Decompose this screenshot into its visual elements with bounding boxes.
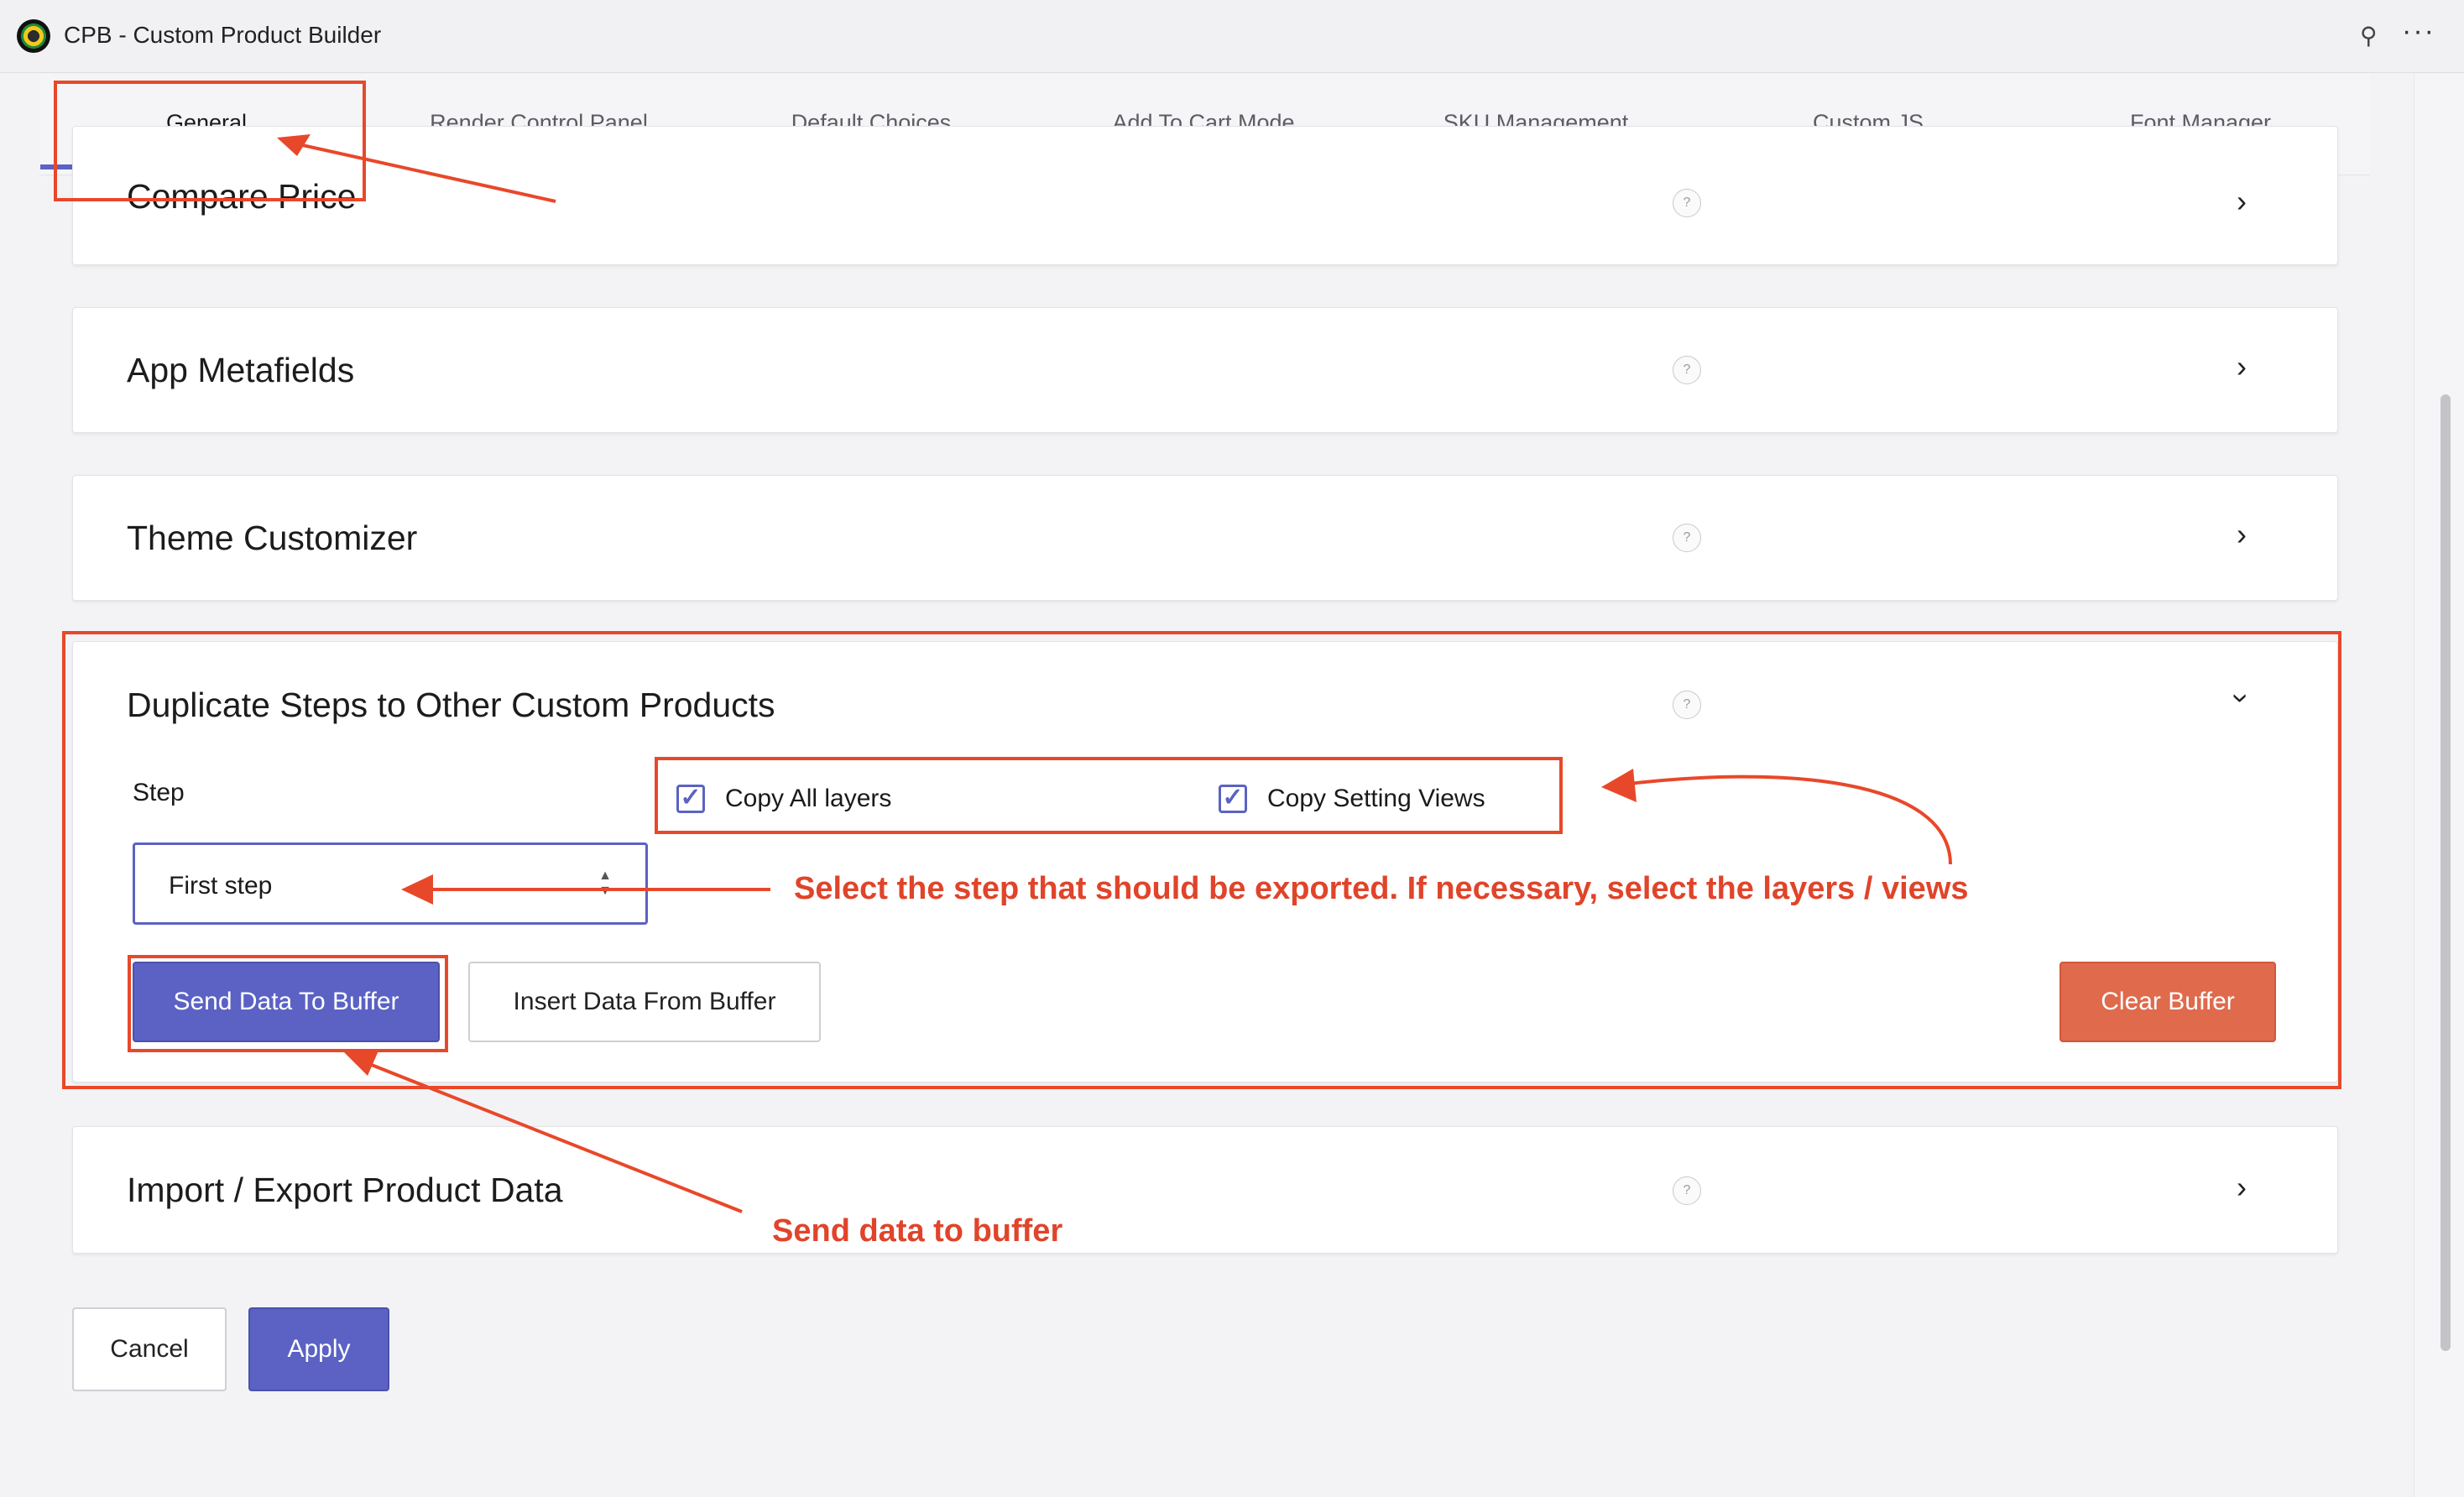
panel-title: Theme Customizer [127,519,418,557]
help-icon[interactable]: ? [1673,1176,1701,1205]
annotation-box-send-button [128,955,448,1052]
chevron-right-icon[interactable]: › [2237,184,2247,219]
title-bar: CPB - Custom Product Builder ⚲ ··· [0,0,2464,73]
help-icon[interactable]: ? [1673,189,1701,217]
annotation-box-checkboxes [655,757,1563,834]
window-title: CPB - Custom Product Builder [64,22,382,48]
help-icon[interactable]: ? [1673,356,1701,384]
panel-title: App Metafields [127,351,355,389]
app-logo-icon [17,19,50,53]
annotation-select-note: Select the step that should be exported.… [794,871,1969,906]
annotation-box-general-tab [54,81,366,201]
help-icon[interactable]: ? [1673,524,1701,552]
panel-title: Import / Export Product Data [127,1171,563,1209]
chevron-right-icon[interactable]: › [2237,1170,2247,1205]
pin-icon[interactable]: ⚲ [2360,22,2378,50]
compare-price-panel[interactable]: Compare Price ? › [72,126,2338,265]
more-icon[interactable]: ··· [2402,15,2435,48]
cancel-button[interactable]: Cancel [72,1307,227,1391]
import-export-panel[interactable]: Import / Export Product Data ? › [72,1126,2338,1254]
chevron-right-icon[interactable]: › [2237,517,2247,552]
scrollbar-track[interactable] [2414,74,2464,1497]
app-metafields-panel[interactable]: App Metafields ? › [72,307,2338,433]
theme-customizer-panel[interactable]: Theme Customizer ? › [72,475,2338,601]
chevron-right-icon[interactable]: › [2237,349,2247,384]
annotation-send-note: Send data to buffer [772,1213,1063,1249]
scrollbar-thumb[interactable] [2441,394,2451,1351]
apply-button[interactable]: Apply [248,1307,389,1391]
